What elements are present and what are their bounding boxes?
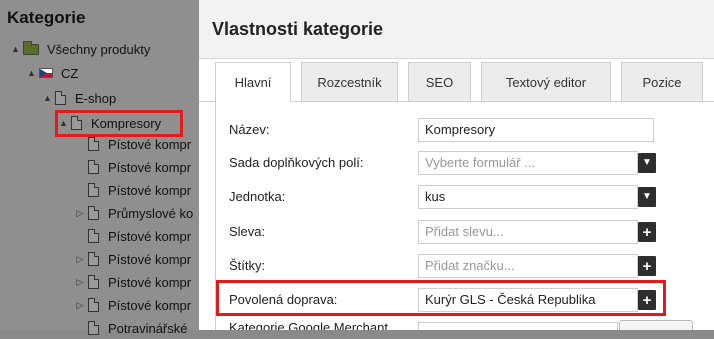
field-set-select[interactable]: Vyberte formulář ... — [418, 151, 638, 175]
page-icon — [55, 91, 66, 105]
page-icon — [88, 160, 99, 174]
tree-item-label: Pístové kompr — [108, 159, 192, 175]
unit-label: Jednotka: — [229, 189, 286, 204]
google-merchant-input[interactable] — [418, 322, 618, 330]
tags-row: Štítky: Přidat značku... + — [229, 254, 689, 278]
tree-item[interactable]: Pístové kompr — [76, 225, 191, 247]
chevron-down-icon[interactable]: ▼ — [638, 153, 656, 173]
tree-item[interactable]: ▷ Pístové kompr — [76, 271, 192, 293]
tree-item[interactable]: Pístové kompr — [76, 156, 191, 178]
tree-item-label: Pístové kompr — [108, 297, 192, 313]
plus-icon[interactable]: + — [638, 222, 656, 242]
tree-item-label: Pístové kompr — [108, 182, 192, 198]
expand-arrow-icon[interactable]: ▲ — [27, 68, 36, 78]
tree-item-label: Průmyslové ko — [108, 205, 194, 221]
page-icon — [88, 183, 99, 197]
flag-cz-icon — [39, 68, 53, 78]
name-label: Název: — [229, 122, 270, 137]
tags-input[interactable]: Přidat značku... — [418, 254, 638, 278]
tree-item-label: E-shop — [75, 90, 117, 106]
category-sidebar: Kategorie ▲ Všechny produkty ▲ CZ ▲ E-sh… — [0, 0, 200, 336]
chevron-down-icon[interactable]: ▼ — [638, 187, 656, 207]
google-merchant-label: Kategorie Google Merchant — [229, 320, 388, 330]
tab-divider — [292, 101, 714, 102]
tree-item-all-products[interactable]: ▲ Všechny produkty — [11, 38, 150, 60]
google-merchant-button[interactable] — [619, 320, 693, 330]
expand-arrow-icon[interactable]: ▲ — [11, 44, 20, 54]
tab-bar: Hlavní Rozcestník SEO Textový editor Poz… — [215, 62, 713, 102]
name-input[interactable]: Kompresory — [418, 118, 654, 142]
tab-rozcestnik[interactable]: Rozcestník — [301, 62, 398, 101]
tab-divider — [199, 101, 215, 102]
expand-arrow-icon[interactable]: ▷ — [76, 300, 84, 311]
discount-row: Sleva: Přidat slevu... + — [229, 220, 689, 244]
field-set-label: Sada doplňkových polí: — [229, 155, 364, 170]
tree-item[interactable]: ▷ Pístové kompr — [76, 248, 192, 270]
field-set-row: Sada doplňkových polí: Vyberte formulář … — [229, 151, 689, 175]
tree-item-cz[interactable]: ▲ CZ — [27, 62, 78, 84]
sidebar-title: Kategorie — [7, 8, 86, 27]
expand-arrow-icon[interactable]: ▲ — [43, 93, 52, 103]
tree-item-label: Pístové kompr — [108, 228, 192, 244]
tree-item-label: Potravinářské — [108, 320, 188, 336]
tree-item[interactable]: Pístové kompr — [76, 179, 191, 201]
page-icon — [88, 206, 99, 220]
page-icon — [88, 252, 99, 266]
page-icon — [88, 275, 99, 289]
tab-seo[interactable]: SEO — [408, 62, 471, 101]
unit-row: Jednotka: kus ▼ — [229, 185, 689, 209]
discount-label: Sleva: — [229, 224, 266, 239]
tree-item[interactable]: ▷ Pístové kompr — [76, 294, 192, 316]
tree-item[interactable]: Potravinářské — [76, 317, 187, 339]
tree-item-label: Pístové kompr — [108, 136, 192, 152]
tree-item-eshop[interactable]: ▲ E-shop — [43, 87, 116, 109]
page-icon — [88, 298, 99, 312]
tree-item-label: Všechny produkty — [47, 41, 151, 57]
dialog-title: Vlastnosti kategorie — [212, 19, 384, 39]
tree-item-label: Pístové kompr — [108, 274, 192, 290]
tree-item[interactable]: ▷ Průmyslové ko — [76, 202, 194, 224]
name-row: Název: Kompresory — [229, 118, 689, 142]
tags-label: Štítky: — [229, 258, 266, 273]
tab-hlavni[interactable]: Hlavní — [215, 62, 291, 102]
folder-icon — [23, 40, 39, 55]
shipping-highlight — [216, 280, 666, 316]
expand-arrow-icon[interactable]: ▷ — [76, 208, 84, 219]
page-icon — [88, 137, 99, 151]
page-icon — [88, 321, 99, 335]
plus-icon[interactable]: + — [638, 256, 656, 276]
tab-pozice[interactable]: Pozice — [621, 62, 703, 101]
page-icon — [88, 229, 99, 243]
tree-item-label: CZ — [61, 65, 79, 81]
tab-textovy-editor[interactable]: Textový editor — [481, 62, 611, 101]
expand-arrow-icon[interactable]: ▷ — [76, 254, 84, 265]
discount-input[interactable]: Přidat slevu... — [418, 220, 638, 244]
unit-select[interactable]: kus — [418, 185, 638, 209]
tree-item-label: Pístové kompr — [108, 251, 192, 267]
tree-item[interactable]: Pístové kompr — [76, 133, 191, 155]
expand-arrow-icon[interactable]: ▷ — [76, 277, 84, 288]
